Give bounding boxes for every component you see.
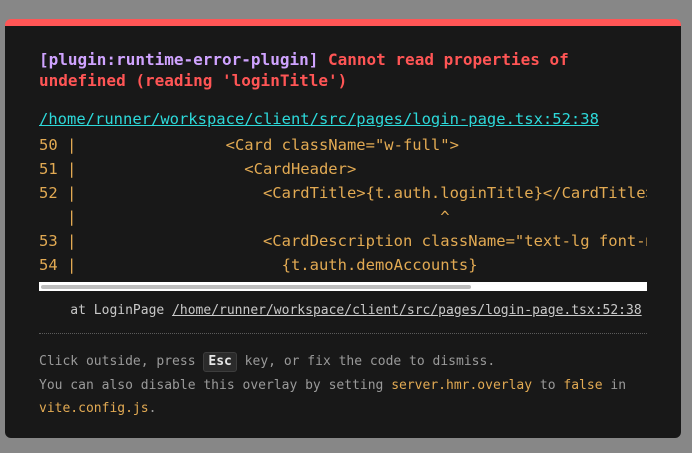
error-file-link[interactable]: /home/runner/workspace/client/src/pages/… <box>39 110 599 128</box>
tip-text: in <box>602 377 627 393</box>
code-frame-line: 52 | <CardTitle>{t.auth.loginTitle}</Car… <box>39 184 647 202</box>
error-message: [plugin:runtime-error-plugin] Cannot rea… <box>39 49 659 91</box>
tip-text: You can also disable this overlay by set… <box>39 377 392 393</box>
scrollbar-thumb[interactable] <box>41 285 471 289</box>
setting-value: false <box>563 377 603 393</box>
config-file-name: vite.config.js <box>39 401 149 416</box>
error-overlay-window: [plugin:runtime-error-plugin] Cannot rea… <box>5 19 681 438</box>
divider <box>39 333 647 334</box>
dismiss-tip: Click outside, press Esc key, or fix the… <box>39 350 659 421</box>
tip-text: Click outside, press <box>39 354 204 369</box>
code-frame: 50 | <Card className="w-full"> 51 | <Car… <box>39 133 647 279</box>
code-frame-line: 51 | <CardHeader> <box>39 160 357 178</box>
code-frame-scrollbar[interactable] <box>39 282 647 291</box>
tip-text: key, or fix the code to dismiss. <box>236 354 496 369</box>
code-frame-line: 53 | <CardDescription className="text-lg… <box>39 232 647 250</box>
tip-text: to <box>532 377 564 393</box>
esc-key-badge: Esc <box>203 352 237 372</box>
stack-trace: at LoginPage /home/runner/workspace/clie… <box>39 303 642 318</box>
setting-name: server.hmr.overlay <box>391 377 533 393</box>
stack-prefix: at LoginPage <box>39 303 173 318</box>
code-frame-line: | ^ <box>39 208 450 226</box>
code-frame-line: 50 | <Card className="w-full"> <box>39 136 459 154</box>
stack-file-link[interactable]: /home/runner/workspace/client/src/pages/… <box>172 303 642 318</box>
code-frame-line: 54 | {t.auth.demoAccounts} <box>39 256 478 274</box>
tip-text: . <box>148 401 157 416</box>
plugin-name: [plugin:runtime-error-plugin] <box>39 50 319 69</box>
